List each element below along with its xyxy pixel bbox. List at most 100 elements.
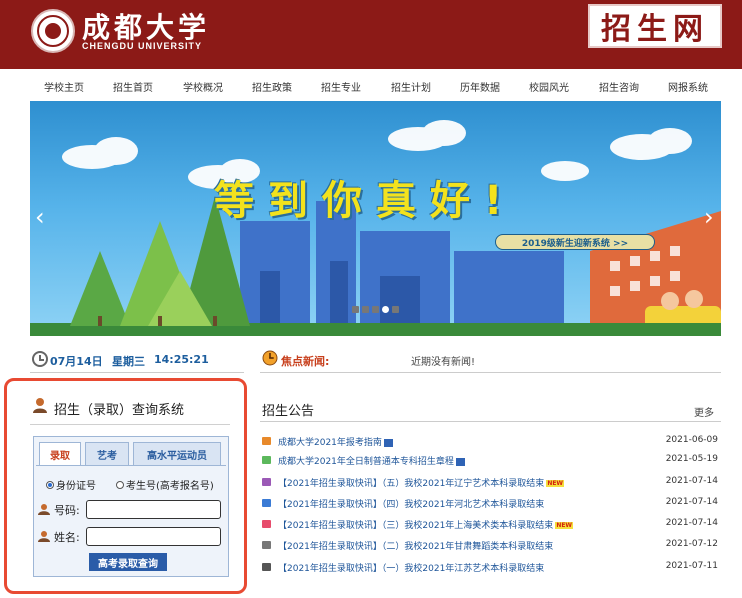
banner-prev-button[interactable]: ‹ [35, 203, 45, 231]
banner-dot-active[interactable] [382, 306, 389, 313]
focus-news-label: 焦点新闻: [281, 355, 330, 368]
announcement-text: 【2021年招生录取快讯】（三）我校2021年上海美术类本科录取结束 [278, 521, 554, 531]
list-bullet-icon [262, 541, 271, 549]
current-weekday: 星期三 [112, 355, 145, 368]
hero-banner[interactable]: 等到你真好! 2019级新生迎新系统 >> ‹ › [30, 101, 721, 336]
new-badge-icon: NEW [546, 480, 565, 487]
tab-art-exam[interactable]: 艺考 [85, 442, 129, 466]
clock-icon [32, 351, 48, 367]
announcement-row[interactable]: 成都大学2021年全日制普通本专科招生章程 2021-05-19 [262, 453, 720, 469]
announcement-text: 成都大学2021年报考指南 [278, 438, 382, 448]
nav-item-campus-scenery[interactable]: 校园风光 [529, 79, 569, 94]
university-name-cn[interactable]: 成都大学 [82, 6, 210, 46]
university-seal-logo[interactable] [31, 9, 75, 53]
seal-core [45, 23, 61, 39]
number-label: 号码: [54, 504, 80, 517]
announcement-row[interactable]: 成都大学2021年报考指南 2021-06-09 [262, 434, 720, 450]
nav-item-historical-data[interactable]: 历年数据 [460, 79, 500, 94]
radio-checked-icon [46, 480, 54, 489]
nav-item-admission-policy[interactable]: 招生政策 [252, 79, 292, 94]
announcement-row[interactable]: 【2021年招生录取快讯】（四）我校2021年河北艺术本科录取结束 2021-07… [262, 496, 720, 512]
document-icon [455, 457, 465, 466]
tab-high-level-athlete[interactable]: 高水平运动员 [133, 442, 221, 466]
list-bullet-icon [262, 563, 271, 571]
tab-underline [36, 465, 226, 466]
banner-cta-label: 2019级新生迎新系统 >> [521, 238, 629, 249]
user-icon [38, 504, 50, 515]
divider [260, 421, 721, 422]
announcement-date: 2021-06-09 [665, 435, 718, 445]
nav-item-admissions-home[interactable]: 招生首页 [113, 79, 153, 94]
announcement-date: 2021-07-14 [665, 497, 718, 507]
list-bullet-icon [262, 499, 271, 507]
nav-item-school-home[interactable]: 学校主页 [44, 79, 84, 94]
chevron-left-icon: ‹ [35, 203, 45, 231]
announcement-title-link[interactable]: 【2021年招生录取快讯】（一）我校2021年江苏艺术本科录取结束 [278, 561, 544, 574]
admission-query-button[interactable]: 高考录取查询 [89, 553, 167, 571]
portal-name: 招生网 [601, 12, 709, 47]
name-label: 姓名: [54, 531, 80, 544]
user-icon [38, 531, 50, 542]
query-system-title: 招生（录取）查询系统 [54, 403, 185, 418]
announcement-row[interactable]: 【2021年招生录取快讯】（三）我校2021年上海美术类本科录取结束 NEW 202… [262, 517, 720, 533]
banner-dot[interactable] [362, 306, 369, 313]
radio-unchecked-icon [116, 480, 124, 489]
document-icon [383, 438, 393, 447]
announcement-row[interactable]: 【2021年招生录取快讯】（五）我校2021年辽宁艺术本科录取结束 NEW 2021… [262, 475, 720, 491]
list-bullet-icon [262, 437, 271, 445]
banner-dot[interactable] [352, 306, 359, 313]
announcement-date: 2021-07-12 [665, 539, 718, 549]
announcement-text: 【2021年招生录取快讯】（四）我校2021年河北艺术本科录取结束 [278, 500, 545, 510]
banner-headline: 等到你真好! [214, 178, 517, 224]
banner-cta-pill[interactable]: 2019级新生迎新系统 >> [495, 234, 655, 250]
banner-dot[interactable] [392, 306, 399, 313]
announcement-text: 【2021年招生录取快讯】（五）我校2021年辽宁艺术本科录取结束 [278, 479, 545, 489]
site-header: 成都大学 CHENGDU UNIVERSITY 招生网 [0, 0, 742, 69]
list-bullet-icon [262, 456, 271, 464]
banner-next-button[interactable]: › [704, 203, 714, 231]
announcement-row[interactable]: 【2021年招生录取快讯】（一）我校2021年江苏艺术本科录取结束 2021-07… [262, 560, 720, 576]
nav-item-enrollment-plan[interactable]: 招生计划 [391, 79, 431, 94]
announcement-text: 成都大学2021年全日制普通本专科招生章程 [278, 457, 454, 467]
nav-item-online-registration[interactable]: 网报系统 [668, 79, 708, 94]
radio-id-card-label: 身份证号 [56, 481, 96, 492]
list-bullet-icon [262, 478, 271, 486]
nav-item-school-overview[interactable]: 学校概况 [183, 79, 223, 94]
radio-exam-number-label: 考生号(高考报名号) [126, 481, 214, 492]
announcement-title-link[interactable]: 成都大学2021年全日制普通本专科招生章程 [278, 454, 465, 467]
nav-item-admission-inquiry[interactable]: 招生咨询 [599, 79, 639, 94]
announcement-date: 2021-07-14 [665, 518, 718, 528]
banner-dot[interactable] [372, 306, 379, 313]
announcement-title-link[interactable]: 【2021年招生录取快讯】（二）我校2021年甘肃舞蹈类本科录取结束 [278, 539, 553, 552]
divider [30, 372, 244, 373]
user-icon [33, 398, 47, 413]
name-input[interactable] [86, 527, 221, 546]
announcement-row[interactable]: 【2021年招生录取快讯】（二）我校2021年甘肃舞蹈类本科录取结束 2021-0… [262, 538, 720, 554]
university-name-en: CHENGDU UNIVERSITY [82, 41, 203, 51]
announcement-date: 2021-05-19 [665, 454, 718, 464]
clock-icon [262, 350, 278, 366]
current-date: 07月14日 [50, 355, 103, 368]
announcement-text: 【2021年招生录取快讯】（二）我校2021年甘肃舞蹈类本科录取结束 [278, 542, 554, 552]
divider [30, 424, 230, 425]
announcement-text: 【2021年招生录取快讯】（一）我校2021年江苏艺术本科录取结束 [278, 564, 545, 574]
admissions-portal-badge: 招生网 [588, 4, 722, 48]
list-bullet-icon [262, 520, 271, 528]
current-time: 14:25:21 [154, 353, 209, 366]
radio-id-card[interactable]: 身份证号 [46, 477, 96, 492]
radio-exam-number[interactable]: 考生号(高考报名号) [116, 477, 214, 492]
announcement-title-link[interactable]: 成都大学2021年报考指南 [278, 435, 393, 448]
focus-news-message: 近期没有新闻! [411, 357, 476, 368]
nav-item-majors[interactable]: 招生专业 [321, 79, 361, 94]
announcement-title-link[interactable]: 【2021年招生录取快讯】（四）我校2021年河北艺术本科录取结束 [278, 497, 544, 510]
announcement-title-link[interactable]: 【2021年招生录取快讯】（五）我校2021年辽宁艺术本科录取结束 NEW [278, 476, 565, 489]
divider [260, 372, 721, 373]
announcement-date: 2021-07-14 [665, 476, 718, 486]
new-badge-icon: NEW [555, 522, 574, 529]
tab-admission[interactable]: 录取 [39, 442, 81, 466]
announcements-more-link[interactable]: 更多 [694, 404, 714, 419]
number-input[interactable] [86, 500, 221, 519]
announcement-title-link[interactable]: 【2021年招生录取快讯】（三）我校2021年上海美术类本科录取结束 NEW [278, 518, 574, 531]
banner-pagination [352, 306, 399, 313]
announcements-title: 招生公告 [262, 404, 315, 419]
